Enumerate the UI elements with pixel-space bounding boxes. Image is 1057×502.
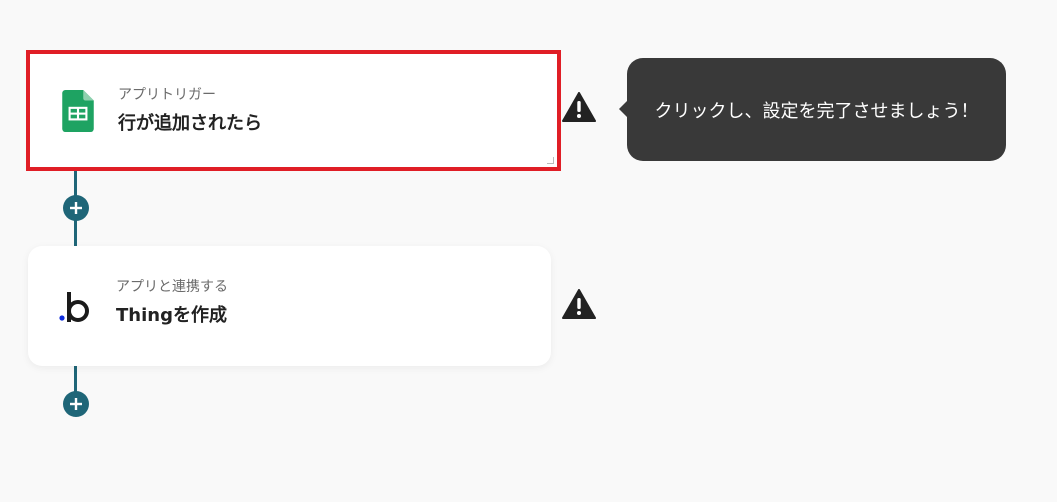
flow-canvas: アプリトリガー 行が追加されたら クリックし、設定を完了させましょう！ アプリと…: [0, 0, 1057, 502]
step-title: Thingを作成: [116, 305, 227, 326]
warning-icon: [562, 92, 596, 122]
action-step-card[interactable]: アプリと連携する Thingを作成: [28, 246, 551, 366]
plus-icon: [70, 398, 82, 410]
plus-icon: [70, 202, 82, 214]
google-sheets-icon: [62, 90, 94, 132]
add-step-button[interactable]: [63, 391, 89, 417]
bubble-icon: [59, 292, 89, 322]
add-step-button[interactable]: [63, 195, 89, 221]
warning-icon: [562, 289, 596, 319]
setup-tooltip: クリックし、設定を完了させましょう！: [619, 58, 1006, 161]
step-app-type: アプリトリガー: [118, 87, 216, 103]
trigger-step-card[interactable]: アプリトリガー 行が追加されたら: [30, 54, 557, 167]
step-title: 行が追加されたら: [118, 113, 262, 134]
resize-handle: [547, 157, 554, 164]
step-app-type: アプリと連携する: [116, 279, 228, 295]
